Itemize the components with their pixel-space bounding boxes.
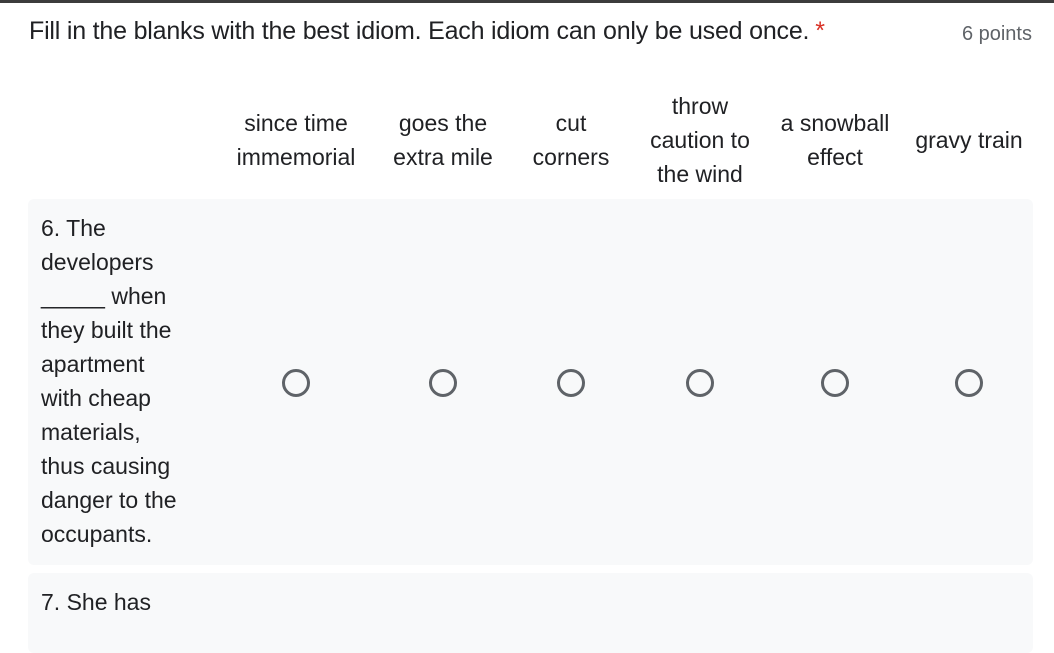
question-title-text: Fill in the blanks with the best idiom. … (29, 17, 810, 45)
radio-q6-option-3[interactable] (557, 369, 585, 397)
grid-row-7: 7. She has (28, 573, 1033, 653)
column-header-line: goes the (398, 110, 488, 136)
required-marker: * (815, 17, 825, 45)
row-label-7: 7. She has (41, 585, 201, 619)
column-header-line: effect (807, 144, 863, 170)
column-header-5: a snowball effect (781, 106, 890, 174)
question-title: Fill in the blanks with the best idiom. … (29, 17, 825, 46)
row-label-line: they built the (41, 317, 172, 343)
column-header-line: corners (532, 144, 610, 170)
column-header-line: immemorial (236, 144, 356, 170)
top-border (0, 0, 1054, 3)
radio-q6-option-1[interactable] (282, 369, 310, 397)
column-header-2: goes the extra mile (393, 106, 493, 174)
column-header-3: cut corners (533, 106, 610, 174)
row-label-line: thus causing (41, 453, 171, 479)
radio-q6-option-6[interactable] (955, 369, 983, 397)
row-label-line: occupants. (41, 521, 153, 547)
column-header-line: a snowball (780, 110, 890, 136)
row-label-line: _____ when (41, 283, 167, 309)
column-header-line: cut (555, 110, 587, 136)
row-label-line: developers (41, 249, 154, 275)
row-label-6: 6. The developers _____ when they built the… (41, 211, 201, 551)
row-label-line: 6. The (41, 215, 106, 241)
column-header-line: the wind (657, 161, 743, 187)
points-label: 6 points (961, 23, 1032, 45)
grid-row-6: 6. The developers _____ when they built the… (28, 199, 1033, 565)
row-label-line: with cheap (41, 385, 151, 411)
row-label-line: materials, (41, 419, 141, 445)
column-header-line: since time (244, 110, 348, 136)
radio-q6-option-2[interactable] (429, 369, 457, 397)
column-header-6: gravy train (915, 123, 1022, 157)
radio-q6-option-5[interactable] (821, 369, 849, 397)
column-header-1: since time immemorial (237, 106, 356, 174)
column-header-line: gravy train (915, 127, 1023, 153)
row-label-line: danger to the (41, 487, 177, 513)
column-header-line: extra mile (393, 144, 493, 170)
row-label-line: 7. She has (41, 589, 151, 615)
column-header-line: caution to (650, 127, 750, 153)
radio-q6-option-4[interactable] (686, 369, 714, 397)
column-header-line: throw (671, 93, 729, 119)
column-header-4: throw caution to the wind (650, 89, 750, 191)
row-label-line: apartment (41, 351, 145, 377)
